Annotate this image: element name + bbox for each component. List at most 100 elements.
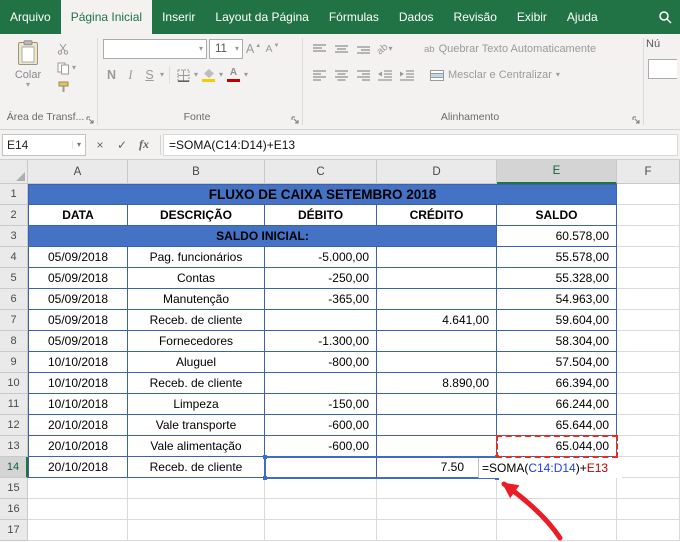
header-cell-descricao[interactable]: DESCRIÇÃO (128, 205, 265, 226)
align-left-button[interactable] (308, 65, 330, 85)
borders-dropdown-icon[interactable]: ▾ (194, 71, 198, 79)
tab-arquivo[interactable]: Arquivo (0, 0, 61, 34)
header-cell-data[interactable]: DATA (28, 205, 128, 226)
cell[interactable] (617, 478, 680, 499)
cell-desc[interactable]: Vale alimentação (128, 436, 265, 457)
cell-desc[interactable]: Fornecedores (128, 331, 265, 352)
select-all-button[interactable] (0, 160, 28, 184)
cell-credit[interactable] (377, 352, 497, 373)
copy-dropdown-icon[interactable]: ▾ (72, 64, 76, 72)
increase-indent-button[interactable] (396, 65, 418, 85)
row-header-4[interactable]: 4 (0, 247, 28, 268)
cell-debit[interactable]: -600,00 (265, 415, 377, 436)
italic-button[interactable]: I (122, 65, 139, 85)
cell[interactable] (617, 289, 680, 310)
saldo-inicial-label-cell[interactable]: SALDO INICIAL: (28, 226, 497, 247)
row-header-9[interactable]: 9 (0, 352, 28, 373)
number-format-select[interactable] (648, 59, 677, 79)
cell-date[interactable]: 05/09/2018 (28, 247, 128, 268)
increase-font-size-button[interactable]: A▲ (245, 39, 262, 59)
cell-date[interactable]: 05/09/2018 (28, 310, 128, 331)
cell-credit[interactable] (377, 289, 497, 310)
font-dialog-launcher[interactable] (291, 116, 300, 125)
cell[interactable] (265, 478, 377, 499)
font-name-select[interactable]: ▾ (103, 39, 207, 59)
tab-revisao[interactable]: Revisão (444, 0, 507, 34)
align-center-button[interactable] (330, 65, 352, 85)
formula-input[interactable]: =SOMA(C14:D14)+E13 (163, 134, 678, 156)
orientation-button[interactable]: ab ▾ (374, 39, 396, 59)
cell-credit[interactable] (377, 394, 497, 415)
cell-debit[interactable] (265, 373, 377, 394)
cell-desc[interactable]: Pag. funcionários (128, 247, 265, 268)
cell-credit[interactable]: 8.890,00 (377, 373, 497, 394)
cell[interactable] (617, 268, 680, 289)
align-middle-button[interactable] (330, 39, 352, 59)
cell[interactable] (617, 226, 680, 247)
row-header-13[interactable]: 13 (0, 436, 28, 457)
row-header-16[interactable]: 16 (0, 499, 28, 520)
row-header-6[interactable]: 6 (0, 289, 28, 310)
cell-date[interactable]: 20/10/2018 (28, 415, 128, 436)
column-header-f[interactable]: F (617, 160, 680, 184)
cell-desc[interactable]: Contas (128, 268, 265, 289)
row-header-12[interactable]: 12 (0, 415, 28, 436)
cell-credit[interactable] (377, 247, 497, 268)
cell-saldo-e13[interactable]: 65.044,00 (497, 436, 617, 457)
fill-color-dropdown-icon[interactable]: ▾ (219, 71, 223, 79)
cell-desc[interactable]: Receb. de cliente (128, 310, 265, 331)
header-cell-saldo[interactable]: SALDO (497, 205, 617, 226)
name-box[interactable]: E14 ▾ (2, 134, 86, 156)
format-painter-button[interactable] (57, 79, 76, 95)
cell-debit[interactable]: -365,00 (265, 289, 377, 310)
saldo-inicial-value-cell[interactable]: 60.578,00 (497, 226, 617, 247)
align-bottom-button[interactable] (352, 39, 374, 59)
tab-formulas[interactable]: Fórmulas (319, 0, 389, 34)
header-cell-debito[interactable]: DÉBITO (265, 205, 377, 226)
cell-credit[interactable] (377, 331, 497, 352)
cell-debit-c14[interactable] (265, 457, 377, 478)
tab-dados[interactable]: Dados (389, 0, 444, 34)
cell[interactable] (377, 499, 497, 520)
cell[interactable] (265, 520, 377, 541)
row-header-10[interactable]: 10 (0, 373, 28, 394)
tab-pagina-inicial[interactable]: Página Inicial (61, 0, 152, 34)
cell-date[interactable]: 10/10/2018 (28, 373, 128, 394)
tab-inserir[interactable]: Inserir (152, 0, 205, 34)
cell[interactable] (28, 520, 128, 541)
cell-desc[interactable]: Manutenção (128, 289, 265, 310)
bold-button[interactable]: N (103, 65, 120, 85)
row-header-1[interactable]: 1 (0, 184, 28, 205)
cell[interactable] (617, 415, 680, 436)
search-button[interactable] (650, 0, 680, 34)
cell-debit[interactable]: -600,00 (265, 436, 377, 457)
cell[interactable] (617, 247, 680, 268)
cell-desc[interactable]: Vale transporte (128, 415, 265, 436)
cell-desc[interactable]: Aluguel (128, 352, 265, 373)
cell-date[interactable]: 10/10/2018 (28, 394, 128, 415)
row-header-8[interactable]: 8 (0, 331, 28, 352)
cell[interactable] (617, 520, 680, 541)
cell-debit[interactable]: -150,00 (265, 394, 377, 415)
cell-credit[interactable] (377, 268, 497, 289)
confirm-entry-button[interactable]: ✓ (112, 135, 132, 155)
cell[interactable] (497, 520, 617, 541)
cell-editor-e14[interactable]: =SOMA(C14:D14)+E13 (478, 458, 622, 478)
cell-desc[interactable]: Receb. de cliente (128, 457, 265, 478)
row-header-14-selected[interactable]: 14 (0, 457, 28, 478)
cell[interactable] (617, 205, 680, 226)
underline-button[interactable]: S (141, 65, 158, 85)
cell[interactable] (377, 478, 497, 499)
cell[interactable] (617, 457, 680, 478)
cell[interactable] (617, 373, 680, 394)
decrease-indent-button[interactable] (374, 65, 396, 85)
cell[interactable] (617, 184, 680, 205)
sheet-title-cell[interactable]: FLUXO DE CAIXA SETEMBRO 2018 (28, 184, 617, 205)
cell-saldo[interactable]: 65.644,00 (497, 415, 617, 436)
row-header-15[interactable]: 15 (0, 478, 28, 499)
cell[interactable] (497, 478, 617, 499)
cell-saldo[interactable]: 54.963,00 (497, 289, 617, 310)
cut-button[interactable] (57, 41, 76, 57)
cell[interactable] (617, 394, 680, 415)
cell[interactable] (617, 436, 680, 457)
